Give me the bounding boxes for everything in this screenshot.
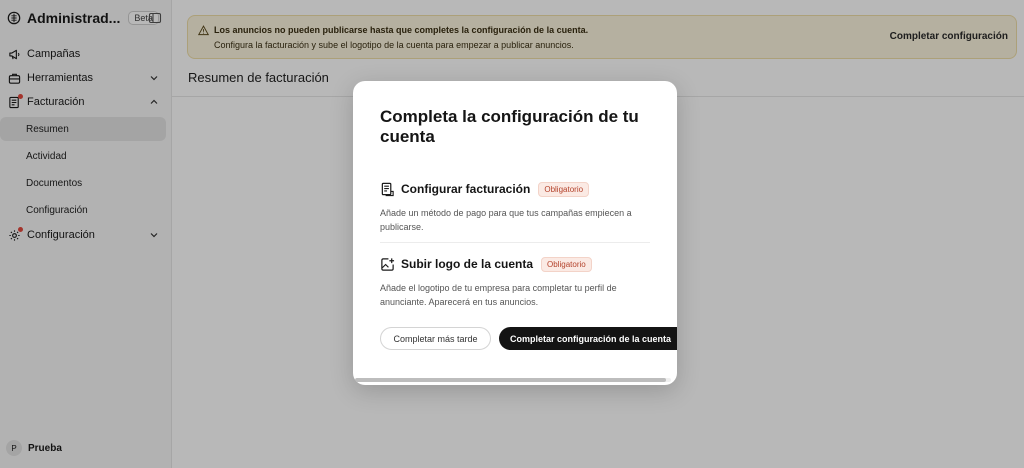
divider — [380, 242, 650, 243]
step-billing: Configurar facturación Obligatorio Añade… — [380, 180, 650, 234]
required-badge: Obligatorio — [538, 181, 590, 197]
billing-doc-icon — [381, 182, 394, 196]
modal-title: Completa la configuración de tu cuenta — [380, 107, 639, 146]
step-description: Añade el logotipo de tu empresa para com… — [380, 283, 617, 307]
complete-later-button[interactable]: Completar más tarde — [380, 327, 491, 350]
step-description: Añade un método de pago para que tus cam… — [380, 208, 632, 232]
image-upload-icon — [381, 257, 395, 271]
horizontal-scrollbar-thumb[interactable] — [355, 378, 666, 382]
complete-setup-button[interactable]: Completar configuración de la cuenta — [499, 327, 677, 350]
step-title: Configurar facturación — [401, 182, 531, 196]
step-title: Subir logo de la cuenta — [401, 257, 534, 271]
step-logo: Subir logo de la cuenta Obligatorio Añad… — [380, 255, 650, 309]
setup-modal: Completa la configuración de tu cuenta C… — [353, 81, 677, 385]
required-badge: Obligatorio — [541, 256, 592, 272]
